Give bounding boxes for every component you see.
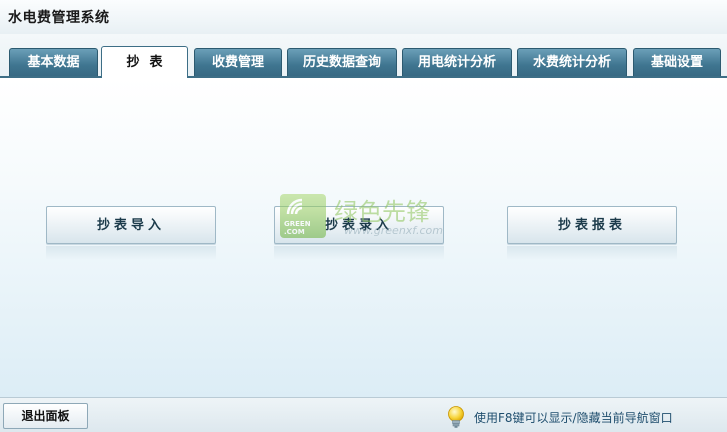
status-bar: 退出面板 使用F8键可以显示/隐藏当前导航窗口 <box>0 397 727 432</box>
tab-billing-management[interactable]: 收费管理 <box>194 48 282 76</box>
title-bar: 水电费管理系统 <box>0 0 727 34</box>
tab-history-query[interactable]: 历史数据查询 <box>287 48 397 76</box>
tab-water-fee-stats[interactable]: 水费统计分析 <box>517 48 627 76</box>
meter-entry-button[interactable]: 抄表录入 <box>274 206 444 244</box>
button-reflection <box>507 246 677 260</box>
exit-panel-button[interactable]: 退出面板 <box>3 403 88 429</box>
hint-text: 使用F8键可以显示/隐藏当前导航窗口 <box>474 411 673 425</box>
tab-basic-data[interactable]: 基本数据 <box>9 48 98 76</box>
app-title: 水电费管理系统 <box>8 10 110 26</box>
tab-meter-reading[interactable]: 抄表 <box>101 46 188 78</box>
main-panel: 抄表导入 抄表录入 抄表报表 GREEN .COM 绿色先锋 www.green… <box>0 78 727 397</box>
app-window: 水电费管理系统 基本数据 抄表 收费管理 历史数据查询 用电统计分析 水费统计分… <box>0 0 727 432</box>
button-reflection <box>274 246 444 260</box>
button-reflection <box>46 246 216 260</box>
tab-electricity-stats[interactable]: 用电统计分析 <box>402 48 512 76</box>
meter-report-button[interactable]: 抄表报表 <box>507 206 677 244</box>
tab-base-settings[interactable]: 基础设置 <box>633 48 721 76</box>
lightbulb-icon <box>448 406 464 428</box>
meter-import-button[interactable]: 抄表导入 <box>46 206 216 244</box>
